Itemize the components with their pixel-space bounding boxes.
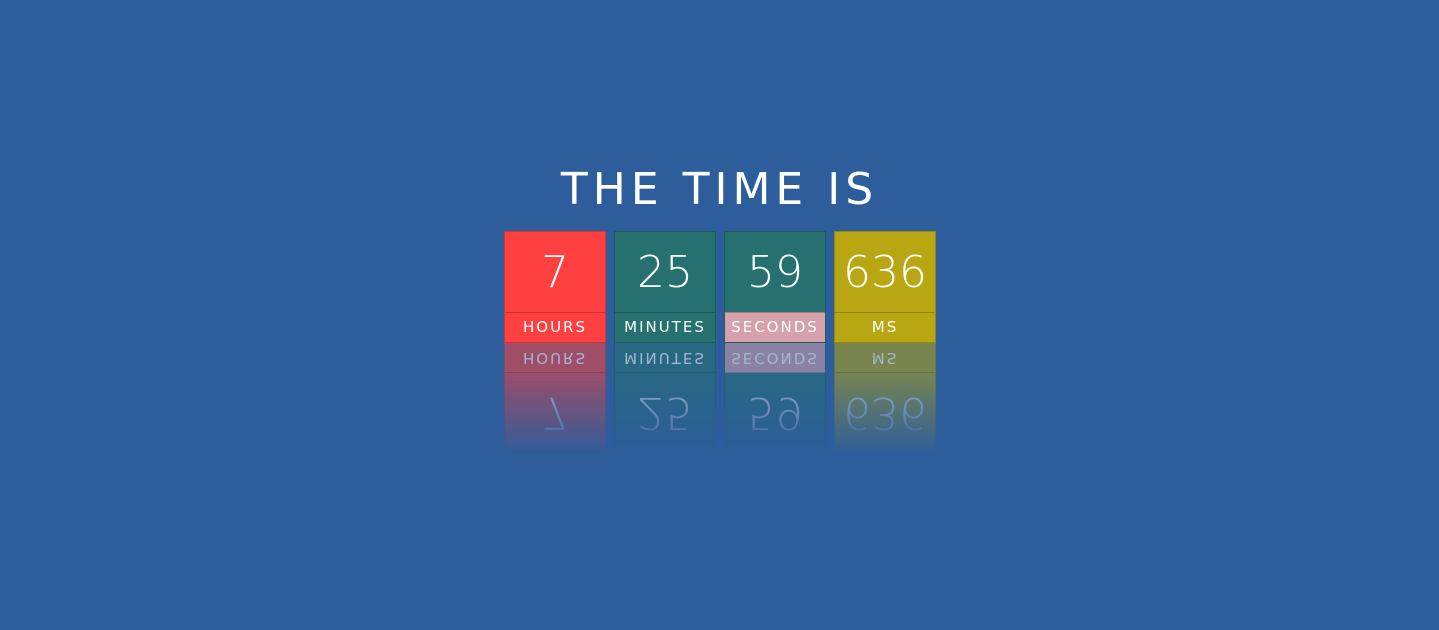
hours-value: 7 — [541, 247, 569, 298]
minutes-label: MINUTES — [615, 312, 715, 342]
seconds-box: 59 SECONDS — [724, 231, 826, 343]
minutes-unit: 25 MINUTES 25 MINUTES — [614, 231, 716, 453]
seconds-label: SECONDS — [725, 312, 825, 342]
ms-reflection-label: MS — [835, 343, 935, 373]
clock-page: THE TIME IS 7 HOURS 7 HOURS 25 MINUTES 2… — [0, 0, 1439, 630]
ms-reflection: 636 MS — [834, 342, 936, 453]
seconds-reflection: 59 SECONDS — [724, 342, 826, 453]
hours-reflection: 7 HOURS — [504, 342, 606, 453]
clock-display: 7 HOURS 7 HOURS 25 MINUTES 25 MINUTES 59… — [504, 231, 936, 453]
hours-reflection-value: 7 — [541, 387, 569, 438]
seconds-reflection-label: SECONDS — [725, 343, 825, 373]
ms-reflection-value: 636 — [843, 387, 927, 438]
seconds-unit: 59 SECONDS 59 SECONDS — [724, 231, 826, 453]
hours-box: 7 HOURS — [504, 231, 606, 343]
page-title: THE TIME IS — [560, 164, 879, 215]
hours-reflection-label: HOURS — [505, 343, 605, 373]
ms-value: 636 — [843, 247, 927, 298]
ms-label: MS — [835, 312, 935, 342]
minutes-reflection-value: 25 — [637, 387, 693, 438]
hours-label: HOURS — [505, 312, 605, 342]
minutes-box: 25 MINUTES — [614, 231, 716, 343]
seconds-reflection-value: 59 — [747, 387, 803, 438]
minutes-reflection-label: MINUTES — [615, 343, 715, 373]
minutes-value: 25 — [637, 247, 693, 298]
ms-unit: 636 MS 636 MS — [834, 231, 936, 453]
ms-box: 636 MS — [834, 231, 936, 343]
hours-unit: 7 HOURS 7 HOURS — [504, 231, 606, 453]
minutes-reflection: 25 MINUTES — [614, 342, 716, 453]
seconds-value: 59 — [747, 247, 803, 298]
